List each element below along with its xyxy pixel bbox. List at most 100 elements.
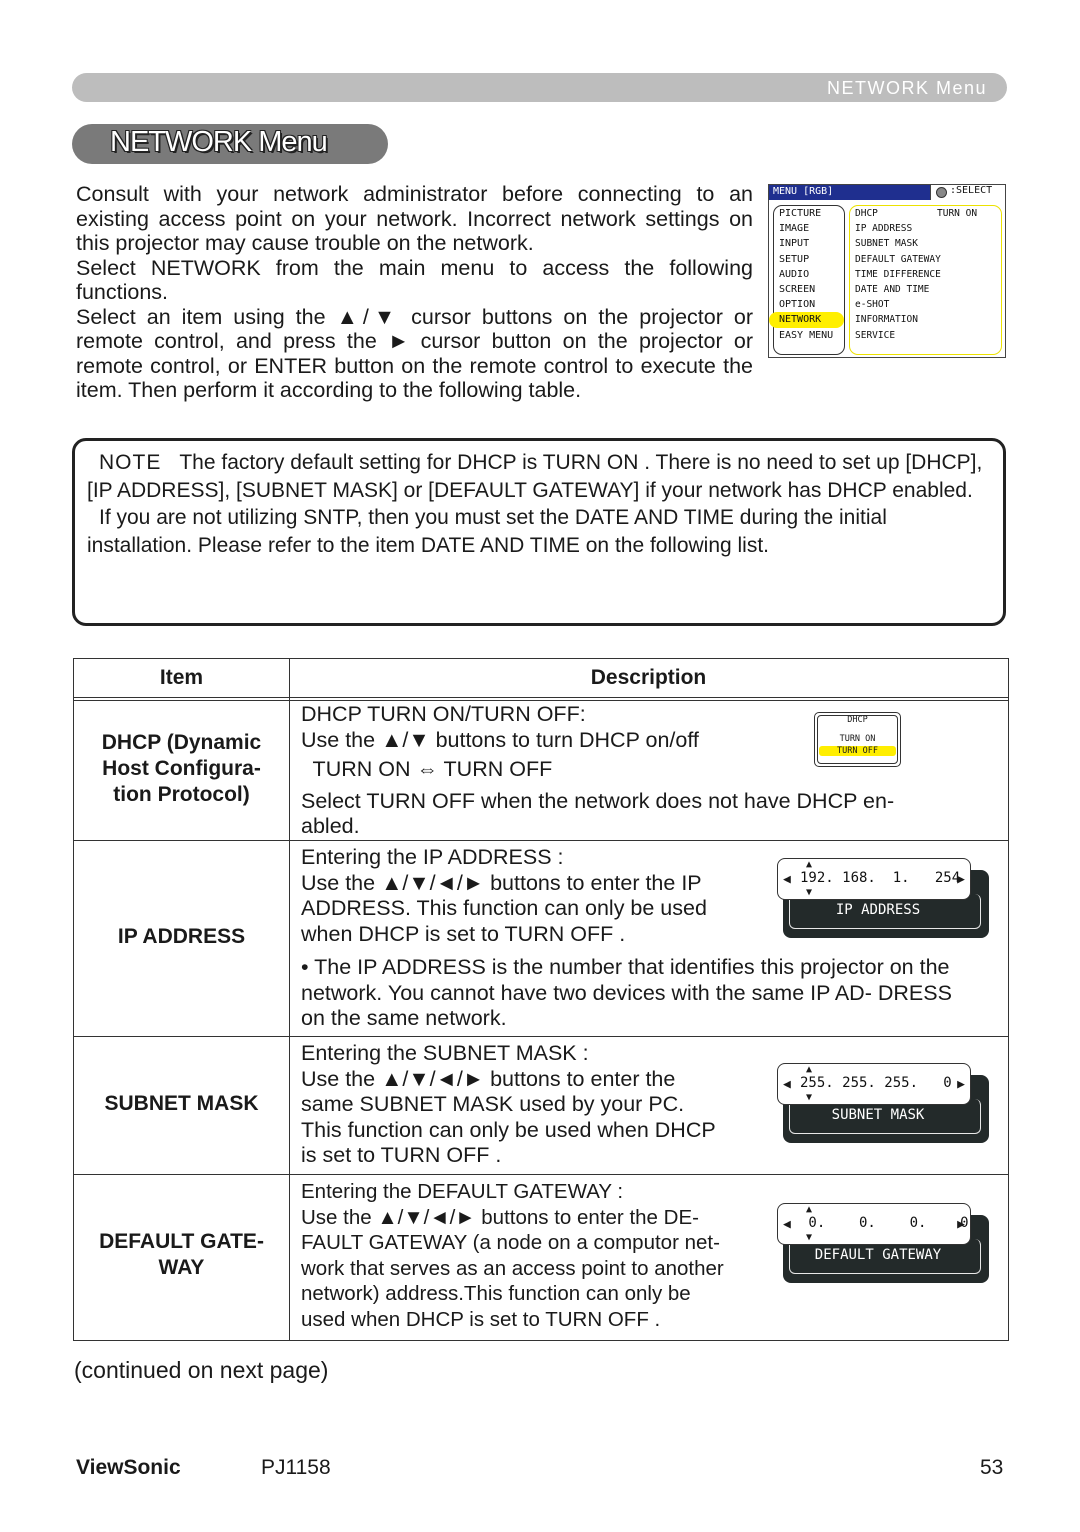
- note-paragraph: If you are not utilizing SNTP, then you …: [87, 504, 987, 559]
- dhcp-option-turn-on: TURN ON: [839, 734, 876, 744]
- row-divider: [74, 1174, 1008, 1175]
- up-arrow-icon: ▲: [806, 1064, 813, 1075]
- continued-note: (continued on next page): [74, 1357, 329, 1383]
- widget-value-box: ◀ ▲ 0. 0. 0. 0 ▼ ▶: [777, 1203, 971, 1245]
- osd-submenu-item: TIME DIFFERENCE: [855, 268, 941, 280]
- desc-line: abled.: [301, 814, 360, 838]
- note-label: NOTE: [99, 451, 162, 474]
- desc-line: Use the ▲/▼ buttons to turn DHCP on/off: [301, 727, 699, 752]
- desc-line: This function can only be used when DHCP: [301, 1117, 716, 1142]
- osd-submenu-item: IP ADDRESS: [855, 223, 913, 235]
- item-default-gateway: DEFAULT GATE- WAY: [99, 1230, 264, 1279]
- item-ip-address: IP ADDRESS: [117, 925, 246, 948]
- ip-address-osd-widget: ◀ ▲ 192. 168. 1. 254 ▼ ▶ IP ADDRESS: [777, 858, 989, 938]
- osd-main-menu: PICTURE IMAGE INPUT SETUP AUDIO SCREEN O…: [769, 205, 845, 355]
- osd-submenu-item: INFORMATION: [855, 314, 918, 326]
- note-paragraph: NOTE The factory default setting for DHCP…: [87, 449, 987, 504]
- desc-line: Use the ▲/▼/◄/► buttons to enter the DE-: [301, 1205, 699, 1229]
- widget-name: SUBNET MASK: [831, 1107, 925, 1123]
- item-subnet-mask: SUBNET MASK: [104, 1092, 259, 1115]
- desc-dhcp: DHCP TURN ON/TURN OFF: Use the ▲/▼ butto…: [301, 702, 894, 840]
- osd-submenu-item: DEFAULT GATEWAY: [855, 253, 941, 265]
- desc-line: same SUBNET MASK used by your PC.: [301, 1092, 685, 1116]
- down-arrow-icon: ▼: [806, 1232, 813, 1243]
- osd-submenu-label: DHCP: [855, 208, 878, 219]
- right-arrow-icon: ▶: [957, 872, 965, 887]
- header-item: Item: [159, 666, 204, 689]
- header-description: Description: [590, 666, 707, 689]
- row-divider: [74, 840, 1008, 841]
- intro-paragraph: Select an item using the ▲/▼ cursor butt…: [76, 304, 753, 403]
- desc-line: TURN ON ⇔ TURN OFF: [301, 757, 553, 781]
- widget-name: IP ADDRESS: [835, 902, 921, 918]
- osd-header: MENU [RGB] :SELECT: [769, 185, 1005, 200]
- right-arrow-icon: ▶: [957, 1077, 965, 1092]
- osd-select-hint: :SELECT: [930, 185, 1005, 200]
- section-label: NETWORK Menu: [826, 78, 987, 98]
- dhcp-widget-label: DHCP: [847, 715, 868, 725]
- note-text-1: The factory default setting for DHCP is …: [87, 451, 983, 502]
- page-title-pill: NETWORK Menu: [72, 124, 388, 164]
- down-arrow-icon: ▼: [806, 887, 813, 898]
- desc-subnet-mask: Entering the SUBNET MASK : Use the ▲/▼/◄…: [301, 1041, 716, 1169]
- note-text-2: If you are not utilizing SNTP, then you …: [87, 506, 887, 557]
- osd-menu-screenshot: MENU [RGB] :SELECT PICTURE IMAGE INPUT S…: [768, 184, 1006, 358]
- intro-paragraph: Consult with your network administrator …: [76, 182, 753, 255]
- osd-menu-item: INPUT: [779, 238, 810, 250]
- page-number: 53: [980, 1456, 1004, 1479]
- ip-value: 192. 168. 1. 254: [800, 870, 961, 886]
- table-header: Item Description: [74, 659, 1008, 701]
- dhcp-osd-widget: DHCP TURN ON TURN OFF: [814, 712, 901, 767]
- column-divider: [289, 659, 290, 1340]
- intro-paragraph: Select NETWORK from the main menu to acc…: [76, 255, 753, 305]
- osd-menu-item: OPTION: [779, 299, 816, 311]
- osd-menu-item: SCREEN: [779, 283, 816, 295]
- dhcp-option-turn-off: TURN OFF: [819, 746, 896, 756]
- osd-menu-item: PICTURE: [779, 208, 822, 219]
- subnet-mask-osd-widget: ◀ ▲ 255. 255. 255. 0 ▼ ▶ SUBNET MASK: [777, 1063, 989, 1143]
- right-arrow-icon: ▶: [957, 1217, 965, 1232]
- left-arrow-icon: ◀: [783, 1077, 791, 1092]
- joystick-icon: [936, 187, 947, 198]
- up-arrow-icon: ▲: [806, 1204, 813, 1215]
- select-label: :SELECT: [950, 185, 993, 196]
- down-arrow-icon: ▼: [806, 1092, 813, 1103]
- desc-default-gateway: Entering the DEFAULT GATEWAY : Use the ▲…: [301, 1179, 724, 1332]
- osd-title: MENU [RGB]: [773, 186, 834, 197]
- left-arrow-icon: ◀: [783, 872, 791, 887]
- desc-line: used when DHCP is set to TURN OFF .: [301, 1307, 661, 1331]
- osd-submenu-item: e-SHOT: [855, 299, 890, 311]
- osd-menu-item: SETUP: [779, 253, 810, 265]
- desc-line: Entering the DEFAULT GATEWAY :: [301, 1180, 624, 1203]
- footer-brand: ViewSonic: [76, 1456, 181, 1479]
- desc-line: DHCP TURN ON/TURN OFF:: [301, 702, 586, 726]
- item-dhcp: DHCP (Dynamic Host Configura- tion Proto…: [74, 730, 289, 808]
- footer-model: PJ1158: [261, 1456, 331, 1479]
- osd-submenu-item: DATE AND TIME: [855, 283, 930, 295]
- desc-line: network) address.This function can only …: [301, 1282, 691, 1305]
- osd-submenu-item: DHCP TURN ON: [850, 206, 1001, 221]
- gateway-value: 0. 0. 0. 0: [800, 1215, 969, 1231]
- intro-text: Consult with your network administrator …: [76, 182, 753, 403]
- widget-name: DEFAULT GATEWAY: [814, 1247, 942, 1263]
- row-divider: [74, 1036, 1008, 1037]
- widget-value-box: ◀ ▲ 192. 168. 1. 254 ▼ ▶: [777, 858, 971, 900]
- note-box: NOTE The factory default setting for DHCP…: [72, 438, 1006, 626]
- item-label: DHCP (Dynamic Host Configura- tion Proto…: [101, 731, 262, 806]
- osd-submenu-value: TURN ON: [937, 208, 978, 219]
- default-gateway-osd-widget: ◀ ▲ 0. 0. 0. 0 ▼ ▶ DEFAULT GATEWAY: [777, 1203, 989, 1283]
- left-arrow-icon: ◀: [783, 1217, 791, 1232]
- osd-menu-item-active: NETWORK: [769, 312, 844, 328]
- widget-value-box: ◀ ▲ 255. 255. 255. 0 ▼ ▶: [777, 1063, 971, 1105]
- desc-line: is set to TURN OFF .: [301, 1143, 502, 1167]
- up-arrow-icon: ▲: [806, 859, 813, 870]
- desc-line: Entering the SUBNET MASK :: [301, 1041, 589, 1065]
- osd-menu-item: EASY MENU: [779, 329, 834, 341]
- desc-line: Select TURN OFF when the network does no…: [301, 788, 895, 813]
- desc-line: Use the ▲/▼/◄/► buttons to enter the: [301, 1066, 676, 1091]
- subnet-value: 255. 255. 255. 0: [800, 1075, 952, 1091]
- osd-submenu-item: SUBNET MASK: [855, 238, 918, 250]
- desc-line: work that serves as an access point to a…: [301, 1256, 724, 1280]
- desc-line: FAULT GATEWAY (a node on a computor net-: [301, 1231, 720, 1254]
- desc-bullet: • The IP ADDRESS is the number that iden…: [301, 955, 952, 1030]
